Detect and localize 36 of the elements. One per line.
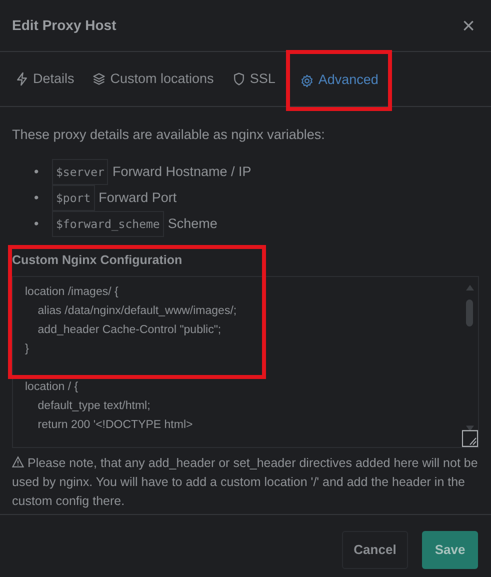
code-line: default_type text/html;	[36, 399, 152, 414]
code-line: alias /data/nginx/default_www/images/;	[36, 304, 238, 319]
variable-code: $port	[52, 185, 95, 212]
scrollbar-thumb[interactable]	[466, 300, 473, 327]
bullet: •	[34, 215, 40, 234]
variable-code: $server	[52, 159, 108, 186]
code-line: }	[25, 342, 30, 357]
resize-handle[interactable]	[462, 430, 478, 447]
code-line: location /images/ {	[25, 285, 120, 300]
variable-code: $forward_scheme	[52, 211, 164, 238]
bullet: •	[34, 189, 40, 208]
tab[interactable]: Custom locations	[85, 52, 221, 106]
bolt-icon	[15, 72, 29, 86]
close-button[interactable]: ×	[458, 14, 479, 36]
tab[interactable]: SSL	[224, 52, 282, 106]
code-line: return 200 '<!DOCTYPE html>	[36, 418, 194, 433]
gear-icon	[300, 74, 314, 88]
note-text: Please note, that any add_header or set_header directives added here will not be used by nginx. You will have to add a custom location '/' and add the header in the custom config there.	[12, 455, 479, 510]
tab[interactable]: Details	[8, 52, 82, 106]
save-button[interactable]: Save	[422, 531, 478, 569]
intro-text: These proxy details are available as nginx variables:	[12, 126, 326, 144]
variable-description: Forward Port	[98, 189, 177, 208]
layers-icon	[92, 72, 106, 86]
field-label: Custom Nginx Configuration	[12, 252, 184, 270]
cancel-button[interactable]: Cancel	[342, 531, 408, 569]
warning-icon	[12, 456, 24, 468]
scroll-down-arrow[interactable]	[466, 426, 474, 432]
shield-icon	[232, 72, 246, 86]
config-editor[interactable]: location /images/ { alias /data/nginx/default_www/images/; add_header Cache-Control "public"; } location / { default_type text/html; return 200 '<!DOCTYPE html>	[12, 276, 479, 448]
modal-title: Edit Proxy Host	[12, 16, 116, 35]
variable-description: Forward Hostname / IP	[112, 163, 252, 182]
bullet: •	[34, 163, 40, 182]
code-line: location / {	[25, 380, 80, 395]
tab[interactable]: Advanced	[286, 50, 392, 111]
code-line: add_header Cache-Control "public";	[36, 323, 222, 338]
variable-description: Scheme	[168, 215, 218, 234]
